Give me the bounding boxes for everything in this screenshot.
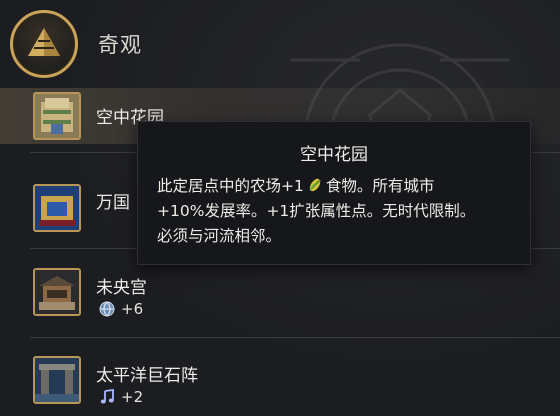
row-divider	[30, 337, 560, 338]
tooltip-line: 此定居点中的农场+1 食物。所有城市	[157, 174, 516, 199]
hanging-gardens-thumbnail	[33, 92, 81, 140]
tooltip-text: 此定居点中的农场+1	[157, 177, 304, 195]
wonder-name: 万国	[96, 193, 130, 213]
wonder-row-weiyang-palace[interactable]: 未央宫 +6	[0, 262, 560, 318]
tooltip-description: 此定居点中的农场+1 食物。所有城市 +10%发展率。+1扩张属性点。无时代限制。…	[157, 174, 516, 249]
wonder-tooltip: 空中花园 此定居点中的农场+1 食物。所有城市 +10%发展率。+1扩张属性点。无…	[137, 121, 531, 265]
wonder-stat: +6	[98, 300, 143, 318]
wanguo-thumbnail	[33, 184, 81, 232]
wonder-row-pacific-megaliths[interactable]: 太平洋巨石阵 +2	[0, 350, 560, 406]
globe-icon	[98, 301, 115, 318]
music-note-icon	[98, 389, 115, 406]
wonder-pyramid-icon[interactable]	[10, 10, 78, 78]
wonders-header: 奇观	[10, 10, 142, 78]
weiyang-palace-thumbnail	[33, 268, 81, 316]
wonder-name: 未央宫	[96, 278, 147, 298]
tooltip-line: 必须与河流相邻。	[157, 227, 282, 245]
stat-value: +2	[121, 388, 144, 406]
tooltip-line: +10%发展率。+1扩张属性点。无时代限制。	[157, 202, 476, 220]
pacific-megaliths-thumbnail	[33, 356, 81, 404]
tooltip-text: 食物。所有城市	[325, 177, 435, 195]
food-icon	[307, 176, 323, 192]
tooltip-title: 空中花园	[300, 145, 368, 165]
wonder-stat: +2	[98, 388, 143, 406]
stat-value: +6	[121, 300, 144, 318]
wonder-name: 太平洋巨石阵	[96, 366, 198, 386]
page-title: 奇观	[98, 33, 142, 57]
